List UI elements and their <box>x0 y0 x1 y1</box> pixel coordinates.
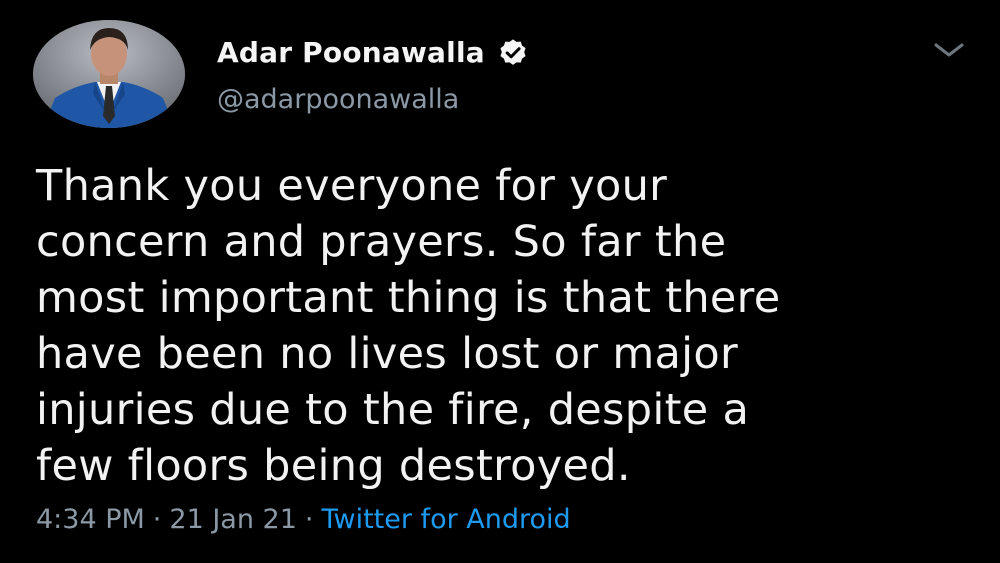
chevron-down-icon[interactable] <box>932 40 966 60</box>
meta-separator: · <box>304 504 314 535</box>
author-handle[interactable]: @adarpoonawalla <box>217 84 459 115</box>
tweet-card: Adar Poonawalla @adarpoonawalla Thank yo… <box>0 0 1000 563</box>
profile-photo <box>33 20 185 128</box>
avatar[interactable] <box>33 20 185 128</box>
author-display-name[interactable]: Adar Poonawalla <box>217 36 485 69</box>
meta-separator: · <box>152 504 162 535</box>
author-name-row: Adar Poonawalla <box>217 34 529 70</box>
tweet-date[interactable]: 21 Jan 21 <box>169 504 297 535</box>
tweet-source-link[interactable]: Twitter for Android <box>321 504 570 535</box>
verified-badge-icon <box>500 39 526 65</box>
tweet-text: Thank you everyone for your concern and … <box>36 161 781 491</box>
tweet-meta: 4:34 PM · 21 Jan 21 · Twitter for Android <box>36 504 571 535</box>
tweet-time[interactable]: 4:34 PM <box>36 504 145 535</box>
